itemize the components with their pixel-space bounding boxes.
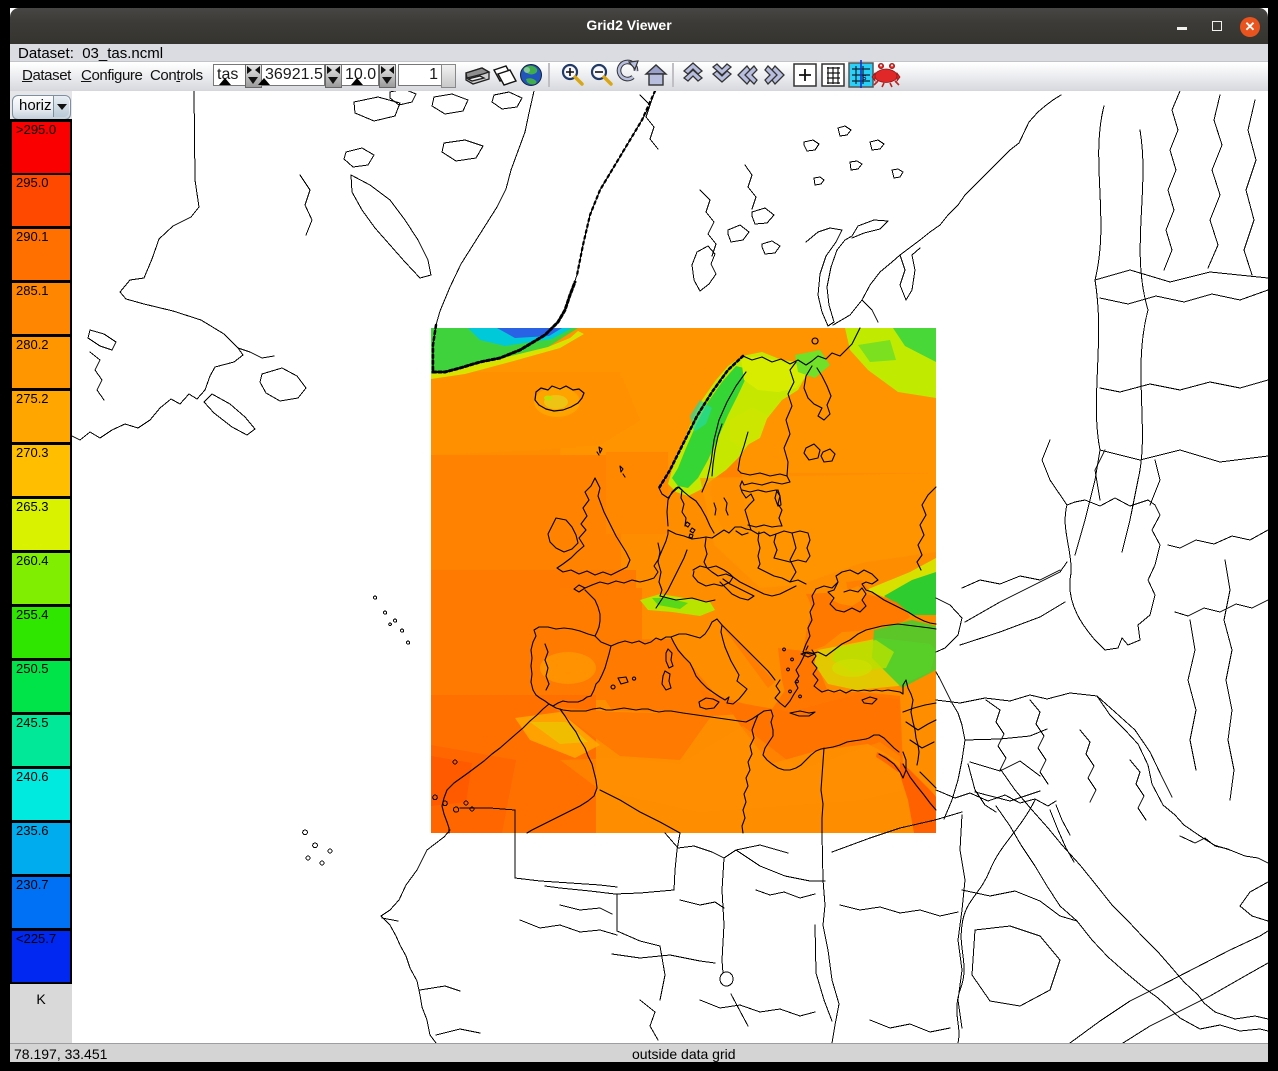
svg-text:s: s <box>862 72 867 82</box>
